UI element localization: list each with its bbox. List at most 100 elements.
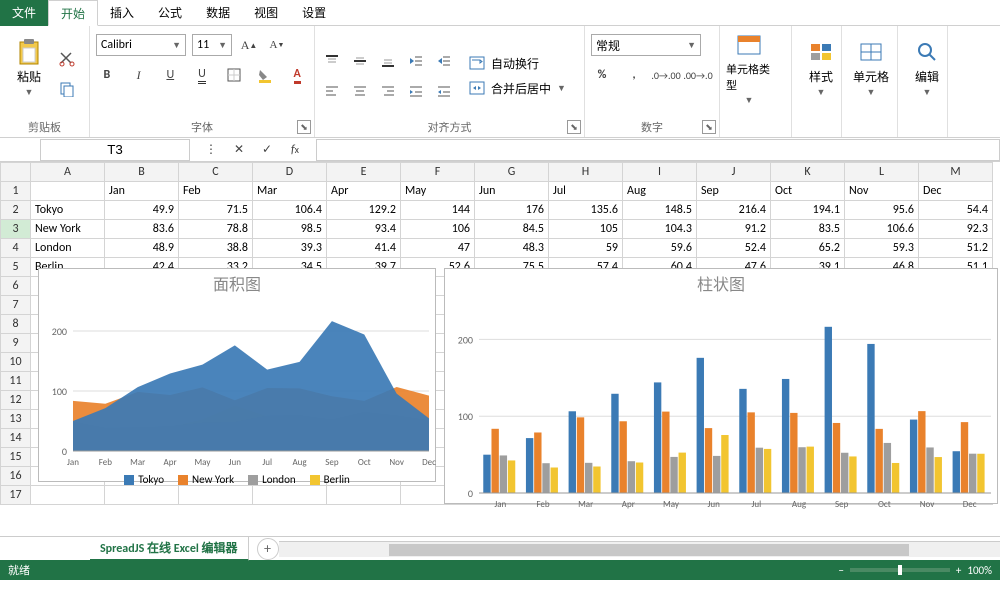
cell[interactable]: 148.5	[623, 201, 697, 220]
cell[interactable]: 83.5	[771, 220, 845, 239]
cell[interactable]: Mar	[253, 182, 327, 201]
align-center-button[interactable]	[349, 80, 371, 102]
cell[interactable]: Nov	[845, 182, 919, 201]
cell[interactable]: 92.3	[919, 220, 993, 239]
cell[interactable]	[327, 486, 401, 505]
cell[interactable]	[179, 486, 253, 505]
cell[interactable]: May	[401, 182, 475, 201]
increase-decimal-button[interactable]: .0→.00	[655, 64, 677, 86]
align-dialog-launcher[interactable]: ⬊	[567, 120, 581, 134]
cell[interactable]: 59.3	[845, 239, 919, 258]
zoom-slider[interactable]	[850, 568, 950, 572]
number-dialog-launcher[interactable]: ⬊	[702, 120, 716, 134]
cell[interactable]	[105, 486, 179, 505]
fx-icon[interactable]: fx	[284, 139, 306, 161]
tab-home[interactable]: 开始	[48, 0, 98, 26]
cell[interactable]: 144	[401, 201, 475, 220]
cell[interactable]: Jun	[475, 182, 549, 201]
cell[interactable]: London	[31, 239, 105, 258]
decrease-font-button[interactable]: A▼	[266, 34, 288, 56]
edit-button[interactable]: 编辑▼	[904, 30, 950, 106]
tab-view[interactable]: 视图	[242, 0, 290, 26]
tab-insert[interactable]: 插入	[98, 0, 146, 26]
cell[interactable]: Apr	[327, 182, 401, 201]
cell[interactable]: 52.4	[697, 239, 771, 258]
align-bottom-button[interactable]	[377, 50, 399, 72]
cell[interactable]	[31, 182, 105, 201]
cell[interactable]: 106.4	[253, 201, 327, 220]
name-box[interactable]	[40, 139, 190, 161]
confirm-icon[interactable]: ✓	[256, 139, 278, 161]
cell[interactable]: Feb	[179, 182, 253, 201]
cell[interactable]: 216.4	[697, 201, 771, 220]
font-name-select[interactable]: Calibri▼	[96, 34, 186, 56]
zoom-out-button[interactable]: −	[838, 564, 843, 577]
cell[interactable]: 38.8	[179, 239, 253, 258]
cell[interactable]: 71.5	[179, 201, 253, 220]
wrap-text-button[interactable]: 自动换行	[469, 55, 566, 72]
font-dialog-launcher[interactable]: ⬊	[297, 120, 311, 134]
add-sheet-button[interactable]: +	[257, 538, 279, 560]
percent-button[interactable]: %	[591, 64, 613, 86]
tab-data[interactable]: 数据	[194, 0, 242, 26]
cell[interactable]: 176	[475, 201, 549, 220]
decrease-indent-button[interactable]	[405, 50, 427, 72]
cell[interactable]: 83.6	[105, 220, 179, 239]
copy-button[interactable]	[56, 78, 78, 100]
cell[interactable]: Jul	[549, 182, 623, 201]
cell[interactable]: 95.6	[845, 201, 919, 220]
cut-button[interactable]	[56, 48, 78, 70]
cell[interactable]: 48.9	[105, 239, 179, 258]
cell[interactable]: 39.3	[253, 239, 327, 258]
more-icon[interactable]: ⋮	[200, 139, 222, 161]
cell[interactable]	[253, 486, 327, 505]
cell[interactable]: Tokyo	[31, 201, 105, 220]
cell[interactable]: 59	[549, 239, 623, 258]
cell[interactable]: Sep	[697, 182, 771, 201]
italic-button[interactable]: I	[128, 64, 150, 86]
cell[interactable]: 93.4	[327, 220, 401, 239]
horizontal-scrollbar[interactable]	[279, 541, 1000, 557]
font-size-select[interactable]: 11▼	[192, 34, 232, 56]
borders-button[interactable]	[223, 64, 245, 86]
cell[interactable]: 48.3	[475, 239, 549, 258]
cancel-icon[interactable]: ✕	[228, 139, 250, 161]
align-left-button[interactable]	[321, 80, 343, 102]
cell[interactable]: 51.2	[919, 239, 993, 258]
cell[interactable]: 84.5	[475, 220, 549, 239]
cell[interactable]: 98.5	[253, 220, 327, 239]
cell[interactable]: 105	[549, 220, 623, 239]
cell[interactable]: New York	[31, 220, 105, 239]
bold-button[interactable]: B	[96, 64, 118, 86]
cell[interactable]: 47	[401, 239, 475, 258]
formula-input[interactable]	[316, 139, 1000, 161]
cell[interactable]: 194.1	[771, 201, 845, 220]
celltype-button[interactable]: 单元格类型▼	[726, 30, 772, 106]
comma-button[interactable]: ,	[623, 64, 645, 86]
cell[interactable]: 106.6	[845, 220, 919, 239]
paste-button[interactable]: 粘贴 ▼	[6, 30, 52, 106]
cells-button[interactable]: 单元格▼	[848, 30, 894, 106]
number-format-select[interactable]: 常规▼	[591, 34, 701, 56]
underline-button[interactable]: U	[159, 64, 181, 86]
cell[interactable]: Aug	[623, 182, 697, 201]
cell[interactable]: 54.4	[919, 201, 993, 220]
align-right-button[interactable]	[377, 80, 399, 102]
bar-chart[interactable]: 柱状图0100200JanFebMarAprMayJunJulAugSepOct…	[444, 268, 998, 504]
font-color-button[interactable]: A	[286, 64, 308, 86]
cell[interactable]: 129.2	[327, 201, 401, 220]
cell[interactable]: 135.6	[549, 201, 623, 220]
cell[interactable]: Dec	[919, 182, 993, 201]
cell[interactable]	[31, 486, 105, 505]
fill-color-button[interactable]	[255, 64, 277, 86]
cell[interactable]: 59.6	[623, 239, 697, 258]
zoom-in-button[interactable]: +	[956, 564, 961, 577]
cell[interactable]: 91.2	[697, 220, 771, 239]
cell[interactable]: Oct	[771, 182, 845, 201]
cell[interactable]: 106	[401, 220, 475, 239]
align-top-button[interactable]	[321, 50, 343, 72]
double-underline-button[interactable]: U	[191, 64, 213, 86]
increase-font-button[interactable]: A▲	[238, 34, 260, 56]
decrease-indent2-button[interactable]	[405, 80, 427, 102]
tab-file[interactable]: 文件	[0, 0, 48, 26]
